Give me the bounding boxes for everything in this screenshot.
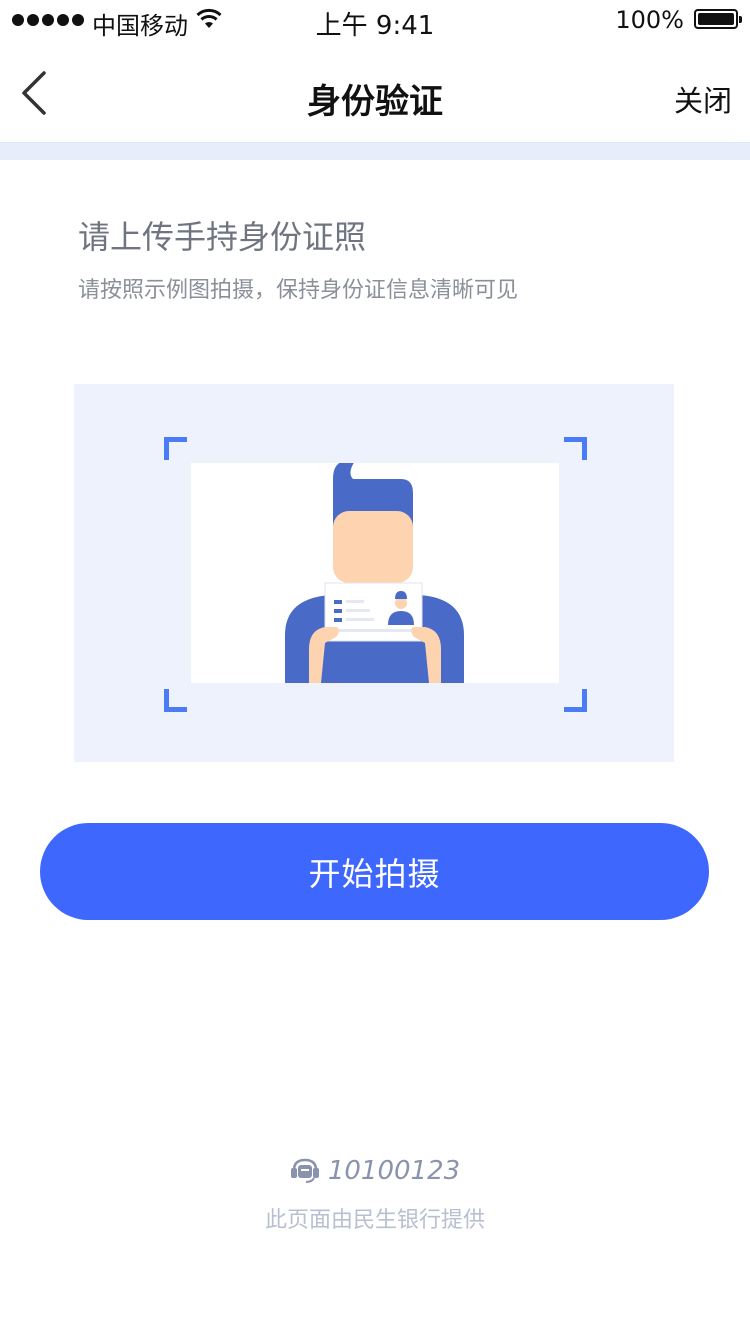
- section-heading: 请上传手持身份证照: [78, 218, 367, 256]
- nav-divider: [0, 142, 750, 160]
- frame-corner-bottom-right: [564, 689, 587, 712]
- navigation-bar: 身份验证 关闭: [0, 40, 750, 142]
- status-bar: 中国移动 上午 9:41 100%: [0, 0, 750, 41]
- frame-corner-top-right: [564, 437, 587, 460]
- person-holding-id-card-icon: [285, 463, 464, 683]
- customer-service-hotline[interactable]: 10100123: [0, 1156, 750, 1186]
- start-capture-button[interactable]: 开始拍摄: [40, 823, 709, 920]
- provider-notice: 此页面由民生银行提供: [264, 1208, 485, 1233]
- customer-service-icon: [290, 1158, 319, 1183]
- battery-icon: [694, 9, 742, 29]
- page-title: 身份验证: [307, 82, 443, 122]
- frame-corner-top-left: [164, 437, 187, 460]
- example-illustration: [74, 384, 674, 762]
- example-photo: [191, 463, 559, 683]
- section-subheading: 请按照示例图拍摄，保持身份证信息清晰可见: [78, 278, 519, 303]
- close-button[interactable]: 关闭: [674, 78, 732, 120]
- hotline-number[interactable]: 10100123: [328, 1156, 460, 1186]
- battery-percentage: 100%: [615, 6, 684, 34]
- frame-corner-bottom-left: [164, 689, 187, 712]
